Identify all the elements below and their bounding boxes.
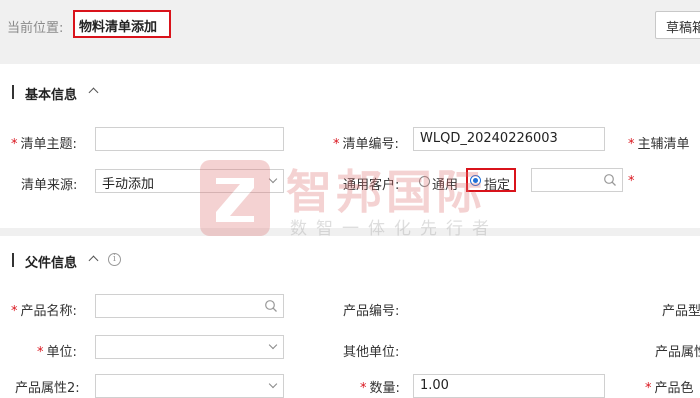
search-icon[interactable] bbox=[264, 299, 278, 313]
chevron-down-icon bbox=[268, 340, 278, 350]
other-units-label: 其他单位: bbox=[343, 345, 400, 360]
list-subject-label: * 清单主题: bbox=[11, 137, 77, 152]
product-color-label: * 产品色 bbox=[645, 381, 694, 396]
radio-specified-label[interactable]: 指定 bbox=[484, 174, 510, 193]
quantity-input[interactable]: 1.00 bbox=[413, 374, 605, 398]
basic-info-title: 基本信息 bbox=[25, 88, 78, 103]
list-source-value: 手动添加 bbox=[102, 177, 155, 192]
product-name-label: * 产品名称: bbox=[11, 304, 77, 319]
product-attr2-label: 产品属性2: bbox=[15, 381, 80, 396]
list-source-select[interactable]: 手动添加 bbox=[95, 169, 284, 193]
basic-info-header[interactable]: 基本信息 bbox=[12, 84, 112, 103]
product-number-label: 产品编号: bbox=[343, 304, 400, 319]
radio-general[interactable] bbox=[419, 176, 430, 187]
customer-search-input[interactable] bbox=[531, 168, 623, 192]
product-attr2-select[interactable] bbox=[95, 374, 284, 398]
chevron-down-icon bbox=[268, 174, 278, 184]
top-bar: 当前位置: 物料清单添加 草稿箱 bbox=[0, 0, 700, 64]
list-number-label: * 清单编号: bbox=[333, 137, 399, 152]
product-name-input[interactable] bbox=[95, 294, 284, 318]
chevron-down-icon bbox=[268, 379, 278, 389]
section-divider bbox=[0, 228, 700, 236]
chevron-up-icon[interactable] bbox=[88, 255, 99, 266]
main-aux-label: * 主辅清单 bbox=[628, 137, 690, 152]
product-attr-label: 产品属性 bbox=[655, 345, 700, 360]
current-page-highlight: 物料清单添加 bbox=[73, 10, 171, 38]
draft-box-button[interactable]: 草稿箱 bbox=[655, 11, 700, 39]
chevron-up-icon[interactable] bbox=[88, 87, 99, 98]
location-label: 当前位置: bbox=[7, 21, 64, 36]
parent-info-header[interactable]: 父件信息 i bbox=[12, 252, 132, 271]
unit-select[interactable] bbox=[95, 335, 284, 359]
required-mark: * bbox=[628, 174, 635, 189]
search-icon[interactable] bbox=[603, 173, 617, 187]
page-title: 物料清单添加 bbox=[79, 20, 158, 35]
parent-info-title: 父件信息 bbox=[25, 256, 78, 271]
section-marker bbox=[12, 85, 14, 99]
radio-general-label[interactable]: 通用 bbox=[432, 174, 458, 193]
general-customer-label: 通用客户: bbox=[343, 178, 400, 193]
list-subject-input[interactable] bbox=[95, 127, 284, 151]
list-number-input[interactable]: WLQD_20240226003 bbox=[413, 127, 605, 151]
product-model-label: 产品型 bbox=[662, 304, 700, 319]
info-icon[interactable]: i bbox=[108, 253, 121, 266]
list-source-label: 清单来源: bbox=[21, 178, 78, 193]
unit-label: * 单位: bbox=[37, 345, 77, 360]
radio-specified[interactable] bbox=[470, 175, 481, 186]
quantity-label: * 数量: bbox=[360, 381, 400, 396]
section-marker bbox=[12, 253, 14, 267]
